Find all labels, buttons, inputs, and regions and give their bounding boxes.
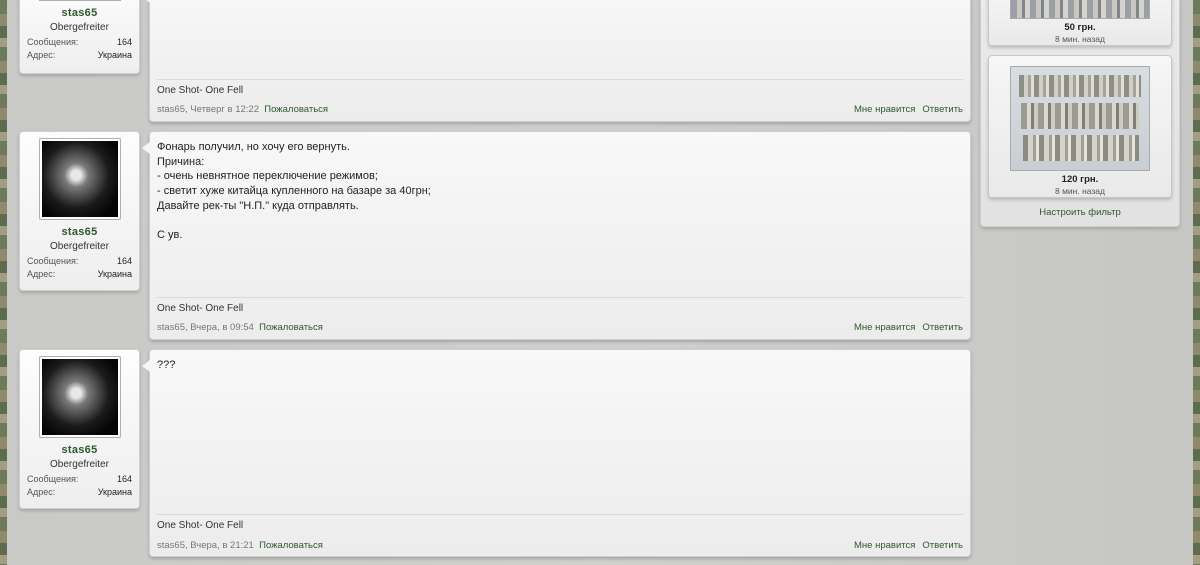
reply-link[interactable]: Ответить bbox=[922, 322, 963, 333]
post-signature: One Shot- One Fell bbox=[157, 297, 963, 314]
post-signature: One Shot- One Fell bbox=[157, 79, 963, 96]
listing-thumbnail[interactable] bbox=[1010, 0, 1150, 19]
page-border-left bbox=[0, 0, 7, 565]
address-value: Украина bbox=[97, 269, 132, 279]
like-link[interactable]: Мне нравится bbox=[854, 540, 915, 551]
user-title: Obergefreiter bbox=[50, 22, 109, 33]
thumb-row bbox=[1023, 135, 1139, 161]
post-message: One Shot- One Fell stas65, Четверг в 12:… bbox=[142, 0, 971, 122]
user-title: Obergefreiter bbox=[50, 459, 109, 470]
user-messages-stat: Сообщения: 164 bbox=[20, 256, 139, 266]
user-address-stat: Адрес: Украина bbox=[20, 487, 139, 497]
like-link[interactable]: Мне нравится bbox=[854, 104, 915, 115]
report-link[interactable]: Пожаловаться bbox=[259, 540, 323, 551]
listing-price: 50 грн. bbox=[1064, 22, 1096, 33]
avatar[interactable] bbox=[38, 138, 121, 220]
username[interactable]: stas65 bbox=[20, 7, 139, 19]
post-userinfo: stas65 Obergefreiter Сообщения: 164 Адрес… bbox=[19, 349, 140, 509]
messages-label: Сообщения: bbox=[27, 37, 79, 47]
reply-link[interactable]: Ответить bbox=[922, 540, 963, 551]
address-label: Адрес: bbox=[27, 487, 56, 497]
configure-filter-link[interactable]: Настроить фильтр bbox=[1039, 207, 1121, 218]
listing-thumbnail[interactable] bbox=[1010, 66, 1150, 171]
address-value: Украина bbox=[97, 487, 132, 497]
listing-card[interactable]: 120 грн. 8 мин. назад bbox=[988, 55, 1172, 198]
post-signature: One Shot- One Fell bbox=[157, 514, 963, 531]
report-link[interactable]: Пожаловаться bbox=[264, 104, 328, 115]
post-message: ??? One Shot- One Fell stas65, Вчера, в … bbox=[142, 349, 971, 557]
username[interactable]: stas65 bbox=[20, 226, 139, 238]
address-value: Украина bbox=[97, 50, 132, 60]
listing-card[interactable]: 50 грн. 8 мин. назад bbox=[988, 0, 1172, 46]
messages-count: 164 bbox=[116, 474, 132, 484]
report-link[interactable]: Пожаловаться bbox=[259, 322, 323, 333]
post-footer: stas65, Вчера, в 09:54 Пожаловаться Мне … bbox=[157, 322, 963, 333]
user-messages-stat: Сообщения: 164 bbox=[20, 474, 139, 484]
user-title: Obergefreiter bbox=[50, 241, 109, 252]
avatar[interactable] bbox=[38, 0, 121, 1]
post-meta[interactable]: stas65, Вчера, в 09:54 bbox=[157, 322, 254, 333]
post-userinfo: stas65 Obergefreiter Сообщения: 164 Адрес… bbox=[19, 131, 140, 291]
post-text: Фонарь получил, но хочу его вернуть. При… bbox=[157, 141, 431, 242]
messages-count: 164 bbox=[116, 37, 132, 47]
avatar[interactable] bbox=[38, 356, 121, 438]
user-address-stat: Адрес: Украина bbox=[20, 50, 139, 60]
griffin-avatar-icon bbox=[41, 359, 118, 435]
address-label: Адрес: bbox=[27, 269, 56, 279]
like-link[interactable]: Мне нравится bbox=[854, 322, 915, 333]
messages-label: Сообщения: bbox=[27, 474, 79, 484]
user-messages-stat: Сообщения: 164 bbox=[20, 37, 139, 47]
listing-time: 8 мин. назад bbox=[1054, 186, 1105, 196]
page-border-right bbox=[1193, 0, 1200, 565]
listing-time: 8 мин. назад bbox=[1054, 34, 1105, 44]
post-text: ??? bbox=[157, 359, 176, 371]
thumb-row bbox=[1019, 75, 1141, 97]
listing-price: 120 грн. bbox=[1061, 174, 1099, 185]
messages-count: 164 bbox=[116, 256, 132, 266]
post-footer: stas65, Четверг в 12:22 Пожаловаться Мне… bbox=[157, 104, 963, 115]
address-label: Адрес: bbox=[27, 50, 56, 60]
reply-link[interactable]: Ответить bbox=[922, 104, 963, 115]
griffin-avatar-icon bbox=[41, 141, 118, 217]
post-meta[interactable]: stas65, Вчера, в 21:21 bbox=[157, 540, 254, 551]
user-address-stat: Адрес: Украина bbox=[20, 269, 139, 279]
thumb-row bbox=[1021, 103, 1139, 129]
username[interactable]: stas65 bbox=[20, 444, 139, 456]
post-userinfo: stas65 Obergefreiter Сообщения: 164 Адрес… bbox=[19, 0, 140, 74]
post-footer: stas65, Вчера, в 21:21 Пожаловаться Мне … bbox=[157, 540, 963, 551]
marketplace-sidebar: 50 грн. 8 мин. назад 120 грн. 8 мин. наз… bbox=[980, 0, 1180, 227]
post-message: Фонарь получил, но хочу его вернуть. При… bbox=[142, 131, 971, 340]
messages-label: Сообщения: bbox=[27, 256, 79, 266]
post-meta[interactable]: stas65, Четверг в 12:22 bbox=[157, 104, 259, 115]
